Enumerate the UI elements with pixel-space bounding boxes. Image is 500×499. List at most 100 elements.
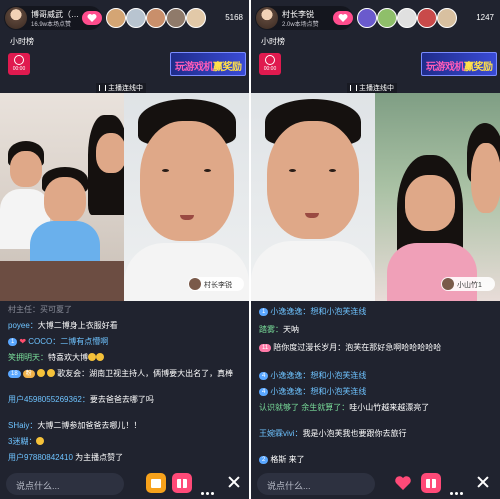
top-bar: 村长李锐 2.0w本场点赞 1247 (251, 4, 500, 32)
timer-text: 00:00 (263, 66, 277, 72)
floor (0, 261, 124, 301)
more-button[interactable] (447, 473, 467, 495)
girl-shirt (387, 243, 477, 301)
list-item[interactable]: 18 粉 歌友会：湖南卫视主持人，俩博要大出名了，真棒 (8, 368, 244, 379)
bottom-bar: 说点什么... (0, 471, 249, 497)
timer-badge[interactable]: 00:00 (259, 53, 281, 75)
eye (329, 169, 336, 172)
avatar[interactable] (106, 8, 126, 28)
avatar[interactable] (377, 8, 397, 28)
like-button[interactable] (393, 473, 413, 493)
viewer-avatars[interactable] (357, 7, 467, 29)
more-button[interactable] (198, 473, 218, 495)
shop-button[interactable] (146, 473, 166, 493)
eye (162, 169, 169, 172)
man-shirt (124, 243, 249, 301)
video-guest[interactable]: 小山竹1 (375, 93, 500, 301)
comment-input[interactable]: 说点什么... (257, 473, 375, 495)
man-face (267, 121, 359, 239)
follow-button[interactable] (333, 11, 353, 25)
list-item[interactable]: 1 ❤ COCO：二博有点懵啊 (8, 336, 108, 347)
list-item[interactable]: 11 陪你度过漫长岁月：泡芙在那好急啊哈哈哈哈哈 (259, 342, 495, 353)
eye (289, 169, 296, 172)
timer-text: 00:00 (12, 66, 26, 72)
list-item[interactable]: 1 小逸逸逸：想和小泡芙连线 (259, 306, 366, 317)
viewer-count[interactable]: 5168 (225, 13, 243, 22)
top-bar: 博哥威武（… 16.9w本场点赞 5168 (0, 4, 249, 32)
list-item[interactable]: SHaiy：大博二博参加爸爸去哪儿！！ (8, 420, 141, 431)
child-face (10, 151, 42, 187)
list-item[interactable]: 踏雾：天呐 (259, 324, 299, 335)
video-main[interactable] (251, 93, 375, 301)
screen: 博哥威武（… 16.9w本场点赞 5168 小时榜 00:00 玩游戏机赢奖励 (0, 0, 500, 499)
close-icon (228, 476, 240, 488)
host-info[interactable]: 村长李锐 2.0w本场点赞 (255, 6, 353, 30)
viewer-avatars[interactable] (106, 7, 216, 29)
heart-icon (87, 14, 97, 22)
list-item[interactable]: 王婉霖vivi：我是小泡芙我也要跟你去旅行 (259, 428, 495, 439)
list-item[interactable]: 村主任：买可夏了 (8, 304, 72, 315)
emoji-icon (36, 437, 45, 445)
emoji-icon (96, 353, 104, 361)
avatar[interactable] (186, 8, 206, 28)
video-main[interactable] (0, 93, 124, 301)
close-button[interactable] (473, 473, 493, 493)
gift-button[interactable] (421, 473, 441, 493)
more-icon (450, 482, 465, 499)
heart-icon (395, 476, 411, 490)
viewer-count[interactable]: 1247 (476, 13, 494, 22)
list-item[interactable]: 用户97880842410 为主播点赞了 (8, 452, 123, 463)
link-status: 主播连线中 (96, 83, 146, 93)
list-item[interactable]: 用户4598055269362：要去爸爸去哪了吗 (8, 394, 244, 405)
avatar[interactable] (166, 8, 186, 28)
link-status: 主播连线中 (347, 83, 397, 93)
woman-face (96, 133, 124, 173)
video-guest[interactable]: 村长李锐 (124, 93, 249, 301)
close-icon (477, 476, 489, 488)
eye (204, 169, 211, 172)
bottom-bar: 说点什么... (251, 471, 500, 497)
list-item[interactable]: 认识就够了 余生就算了：哇小山竹越来越漂亮了 (259, 402, 495, 413)
close-button[interactable] (224, 473, 244, 493)
boy-face (44, 177, 86, 223)
emoji-icon (88, 353, 96, 361)
timer-badge[interactable]: 00:00 (8, 53, 30, 75)
host-avatar[interactable] (256, 7, 278, 29)
audio-icon (99, 85, 106, 91)
promo-banner[interactable]: 玩游戏机赢奖励 (421, 52, 497, 76)
gift-button[interactable] (172, 473, 192, 493)
list-item[interactable]: poyee：大博二博身上衣服好看 (8, 320, 118, 331)
emoji-icon (36, 369, 45, 377)
host-info[interactable]: 博哥威武（… 16.9w本场点赞 (4, 6, 102, 30)
list-item[interactable]: 4 小逸逸逸：想和小泡芙连线 (259, 386, 366, 397)
emoji-icon (46, 369, 55, 377)
avatar[interactable] (417, 8, 437, 28)
comment-input[interactable]: 说点什么... (6, 473, 124, 495)
host-likes: 16.9w本场点赞 (31, 22, 72, 28)
host-avatar[interactable] (5, 7, 27, 29)
more-icon (201, 482, 216, 499)
hourly-rank[interactable]: 小时榜 (10, 36, 34, 47)
follow-button[interactable] (82, 11, 102, 25)
list-item[interactable]: 4 小逸逸逸：想和小泡芙连线 (259, 370, 366, 381)
list-item[interactable]: 3迷糊： (8, 436, 45, 447)
gift-icon (177, 479, 187, 488)
avatar[interactable] (437, 8, 457, 28)
clock-icon (265, 55, 275, 65)
host-likes: 2.0w本场点赞 (282, 22, 319, 28)
guest-name-tag[interactable]: 村长李锐 (188, 277, 244, 291)
avatar[interactable] (397, 8, 417, 28)
hourly-rank[interactable]: 小时榜 (261, 36, 285, 47)
gift-icon (426, 479, 436, 488)
avatar[interactable] (126, 8, 146, 28)
guest-name-tag[interactable]: 小山竹1 (441, 277, 495, 291)
list-item[interactable]: 2 格斯 来了 (259, 454, 305, 465)
bag-icon (151, 479, 161, 488)
promo-banner[interactable]: 玩游戏机赢奖励 (170, 52, 246, 76)
clock-icon (14, 55, 24, 65)
avatar[interactable] (146, 8, 166, 28)
man-face (471, 143, 500, 213)
live-room-left: 博哥威武（… 16.9w本场点赞 5168 小时榜 00:00 玩游戏机赢奖励 (0, 0, 249, 499)
avatar[interactable] (357, 8, 377, 28)
list-item[interactable]: 笑拥明天：特喜欢大博 (8, 352, 104, 363)
